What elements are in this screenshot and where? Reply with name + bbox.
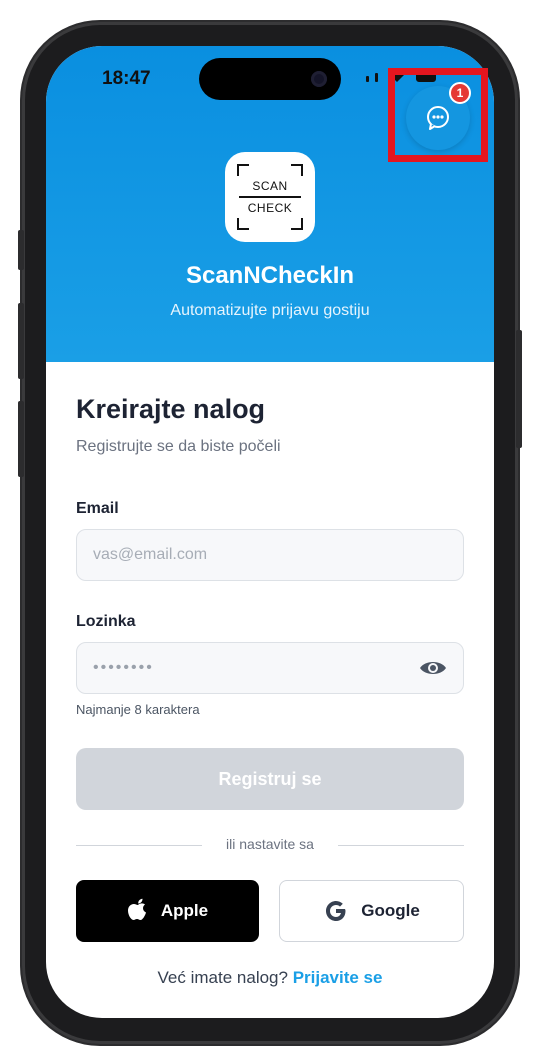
google-signin-button[interactable]: Google — [279, 880, 464, 942]
eye-icon[interactable] — [419, 658, 447, 678]
logo-text-check: CHECK — [247, 201, 293, 215]
form-title: Kreirajte nalog — [76, 394, 266, 424]
login-prompt: Već imate nalog? — [157, 968, 288, 987]
apple-signin-button[interactable]: Apple — [76, 880, 259, 942]
form-subtitle: Registrujte se da biste počeli — [76, 438, 281, 455]
dynamic-island — [199, 58, 341, 100]
camera-icon — [311, 71, 327, 87]
volume-up-button — [18, 303, 24, 379]
password-field[interactable]: •••••••• — [76, 642, 464, 694]
login-prompt-row: Već imate nalog? Prijavite se — [46, 968, 494, 988]
email-label: Email — [76, 500, 119, 517]
password-label: Lozinka — [76, 613, 136, 630]
app-logo: SCAN CHECK — [225, 152, 315, 242]
app-tagline: Automatizujte prijavu gostiju — [170, 302, 370, 319]
google-label: Google — [361, 901, 420, 920]
divider-text: ili nastavite sa — [226, 836, 314, 852]
app-screen: 18:47 SCAN CHECK ScanNCheckIn Automatizu… — [46, 46, 494, 1018]
signal-icon — [366, 76, 369, 82]
app-name: ScanNCheckIn — [185, 262, 355, 289]
logo-text-scan: SCAN — [252, 179, 288, 193]
register-button[interactable]: Registruj se — [76, 748, 464, 810]
password-hint: Najmanje 8 karaktera — [76, 702, 200, 717]
email-field[interactable] — [76, 529, 464, 581]
status-time: 18:47 — [102, 68, 151, 89]
highlight-box — [388, 68, 488, 162]
apple-label: Apple — [160, 901, 209, 920]
password-value[interactable]: •••••••• — [93, 659, 419, 677]
apple-icon — [127, 898, 146, 920]
email-input[interactable] — [93, 546, 447, 564]
divider-line-right — [338, 845, 464, 846]
power-button — [516, 330, 522, 448]
logo-divider — [239, 196, 301, 198]
action-button — [18, 230, 24, 270]
volume-down-button — [18, 401, 24, 477]
google-icon — [326, 901, 346, 921]
signal-icon — [375, 73, 378, 82]
login-link[interactable]: Prijavite se — [293, 968, 383, 987]
